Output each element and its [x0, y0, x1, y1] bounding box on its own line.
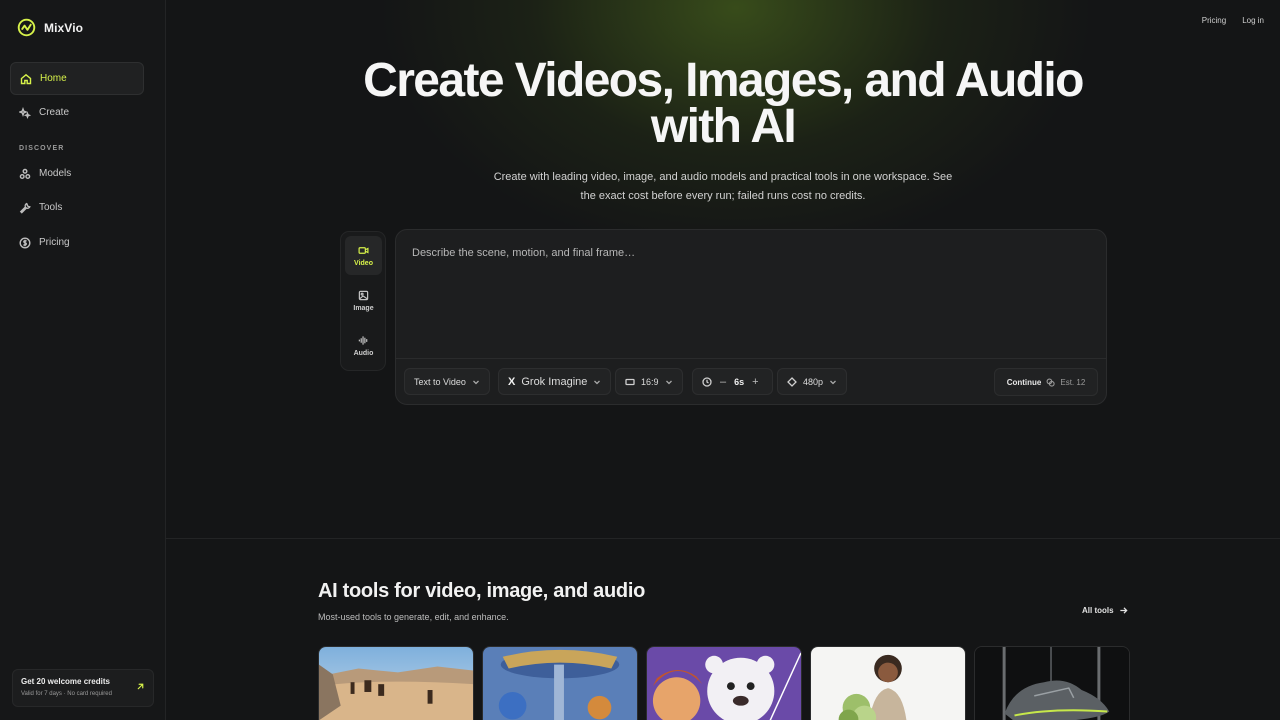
tools-section-subtitle: Most-used tools to generate, edit, and e… [318, 612, 509, 622]
tools-section-title: AI tools for video, image, and audio [318, 580, 646, 602]
all-tools-link[interactable]: All tools [1082, 606, 1128, 615]
duration-stepper: – 6s + [692, 368, 773, 395]
models-icon [19, 168, 31, 179]
credits-icon [1046, 378, 1056, 387]
clock-icon [702, 376, 712, 387]
sidebar-item-label: Models [39, 168, 72, 179]
sidebar-item-models[interactable]: Models [10, 157, 144, 190]
tool-card-fantasy-carnival[interactable] [482, 646, 638, 720]
mode-label: Audio [353, 349, 374, 357]
duration-increase-button[interactable]: + [748, 376, 762, 388]
aspect-ratio-select[interactable]: 16:9 [615, 368, 683, 395]
x-logo-icon: X [508, 375, 516, 388]
resolution-select[interactable]: 480p [777, 368, 848, 395]
wrench-icon [19, 202, 31, 214]
promo-subtitle: Valid for 7 days · No card required [21, 691, 112, 697]
hero-title: Create Videos, Images, and Audio with AI [363, 54, 1084, 153]
logo-icon [17, 18, 36, 37]
logo[interactable]: MixVio [17, 18, 83, 37]
cost-estimate: Est. 12 [1060, 377, 1086, 387]
sidebar-item-create[interactable]: Create [10, 96, 144, 129]
promo-title: Get 20 welcome credits [21, 677, 110, 686]
chevron-down-icon [594, 380, 601, 384]
tool-card-desert-caravan[interactable] [318, 646, 474, 720]
sidebar: MixVio Home Create DISCOVER Models Tools… [0, 0, 166, 720]
section-label-discover: DISCOVER [19, 145, 65, 152]
prompt-input[interactable] [396, 230, 1106, 358]
mode-label: Image [353, 304, 374, 312]
sparkles-icon [19, 106, 31, 119]
mode-video-button[interactable]: Video [345, 236, 382, 275]
image-icon [358, 290, 369, 300]
chevron-down-icon [830, 380, 836, 384]
tool-card-cartoon-bear[interactable] [646, 646, 802, 720]
aspect-ratio-icon [625, 378, 635, 385]
sidebar-item-home[interactable]: Home [10, 62, 144, 95]
app-name: MixVio [44, 20, 84, 35]
section-divider [166, 538, 1280, 539]
aspect-ratio-value: 16:9 [641, 376, 659, 387]
model-select[interactable]: X Grok Imagine [498, 368, 612, 395]
arrow-up-right-icon [137, 683, 144, 690]
resolution-value: 480p [803, 376, 824, 387]
sneaker-product-thumbnail [975, 647, 1129, 720]
model-value: Grok Imagine [521, 375, 588, 388]
cartoon-bear-thumbnail [647, 647, 801, 720]
welcome-credits-banner[interactable]: Get 20 welcome credits Valid for 7 days … [12, 669, 154, 707]
sidebar-item-label: Tools [39, 202, 63, 213]
mode-selector: Video Image Audio [340, 231, 386, 371]
sidebar-item-label: Pricing [39, 237, 70, 248]
chevron-down-icon [665, 380, 672, 384]
duration-decrease-button[interactable]: – [716, 376, 730, 388]
mode-label: Video [354, 259, 373, 267]
mode-audio-button[interactable]: Audio [345, 326, 382, 365]
diamond-icon [787, 376, 797, 387]
continue-button[interactable]: Continue Est. 12 [994, 368, 1098, 396]
sidebar-item-tools[interactable]: Tools [10, 191, 144, 224]
arrow-right-icon [1119, 607, 1128, 614]
all-tools-label: All tools [1082, 606, 1114, 615]
main-content: Pricing Log in Create Videos, Images, an… [166, 0, 1280, 720]
tool-card-sneaker-product[interactable] [974, 646, 1130, 720]
generation-mode-value: Text to Video [414, 376, 466, 387]
home-icon [20, 73, 32, 84]
top-nav: Pricing Log in [1202, 16, 1264, 25]
generation-mode-select[interactable]: Text to Video [404, 368, 490, 395]
tool-card-woman-with-flowers[interactable] [810, 646, 966, 720]
audio-wave-icon [358, 335, 368, 345]
prompt-composer: Text to Video X Grok Imagine 16:9 – 6s +… [395, 229, 1107, 405]
woman-with-flowers-thumbnail [811, 647, 965, 720]
dollar-icon [19, 236, 31, 249]
duration-value: 6s [734, 376, 745, 387]
sidebar-item-label: Create [39, 107, 70, 118]
toolbar-divider [396, 358, 1106, 359]
login-link[interactable]: Log in [1242, 16, 1264, 25]
continue-label: Continue [1006, 377, 1042, 387]
desert-caravan-thumbnail [319, 647, 473, 720]
hero-subtitle: Create with leading video, image, and au… [493, 171, 953, 202]
chevron-down-icon [472, 380, 479, 384]
fantasy-carnival-thumbnail [483, 647, 637, 720]
video-icon [358, 246, 369, 254]
sidebar-item-pricing[interactable]: Pricing [10, 226, 144, 259]
sidebar-item-label: Home [40, 73, 67, 84]
mode-image-button[interactable]: Image [345, 281, 382, 320]
pricing-link[interactable]: Pricing [1202, 16, 1226, 25]
